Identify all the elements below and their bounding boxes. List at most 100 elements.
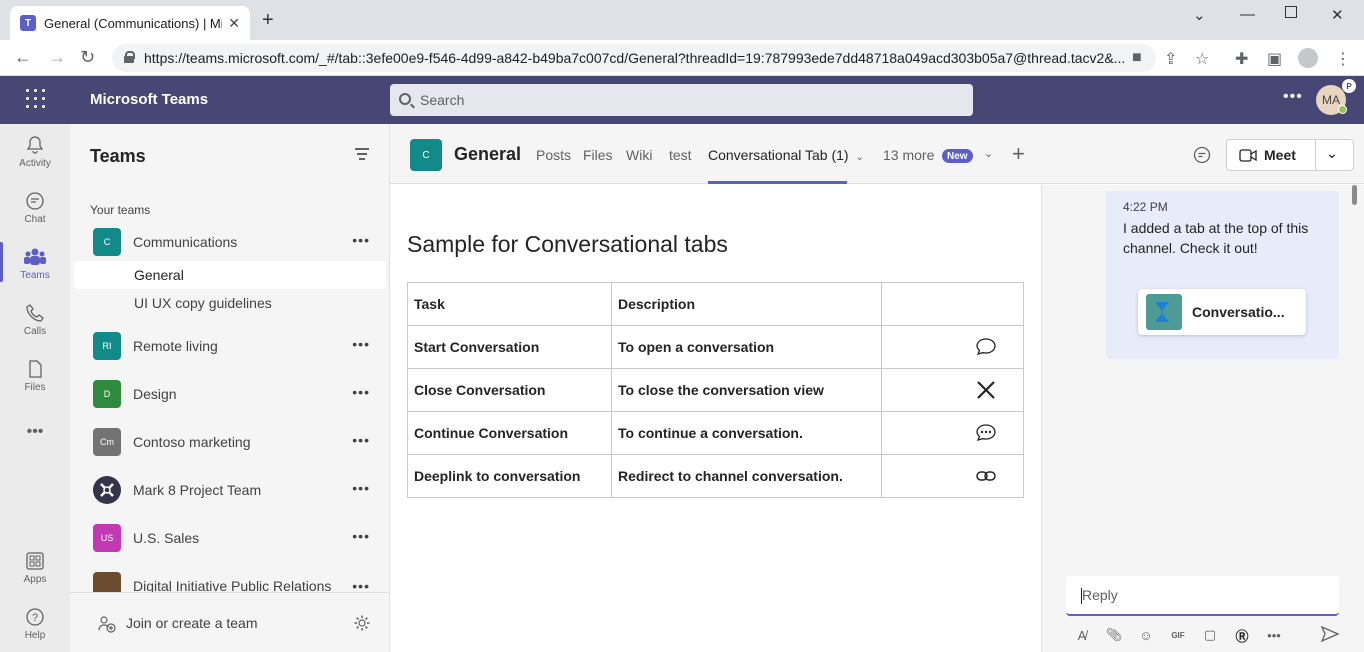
team-more-icon[interactable]: ••• (352, 232, 370, 248)
minimize-icon[interactable]: — (1240, 6, 1255, 23)
table-row: Deeplink to conversation Redirect to cha… (407, 454, 1024, 498)
team-more-icon[interactable]: ••• (352, 432, 370, 448)
filter-icon[interactable] (355, 148, 369, 160)
team-more-icon[interactable]: ••• (352, 384, 370, 400)
side-panel-icon[interactable]: ▣ (1267, 49, 1282, 69)
format-icon[interactable]: A̸ (1066, 628, 1098, 643)
close-tab-icon[interactable]: ✕ (228, 15, 240, 32)
tab-posts[interactable]: Posts (536, 147, 571, 163)
arrow-logo-icon (1155, 302, 1169, 322)
team-item-mark8[interactable]: Mark 8 Project Team ••• (74, 468, 386, 512)
chevron-down-icon: ⌄ (855, 152, 864, 163)
more-options-icon[interactable]: ••• (1283, 88, 1303, 106)
tab-conversational[interactable]: Conversational Tab (1) ⌄ (708, 147, 864, 163)
reply-input[interactable]: Reply (1066, 576, 1339, 616)
back-icon[interactable]: ← (14, 47, 32, 68)
reload-icon[interactable]: ↻ (80, 47, 95, 68)
rail-item-activity[interactable]: Activity (0, 126, 70, 178)
task-cell: Deeplink to conversation (407, 454, 612, 498)
attach-icon[interactable]: 📎︎ (1098, 627, 1130, 643)
meet-button[interactable]: Meet ⌄ (1226, 139, 1354, 171)
rail-item-apps[interactable]: Apps (0, 542, 70, 594)
message-timestamp: 4:22 PM (1123, 200, 1168, 214)
address-bar-row: ← → ↻ https://teams.microsoft.com/_#/tab… (0, 40, 1364, 76)
tab-test[interactable]: test (669, 147, 692, 163)
description-cell: To continue a conversation. (611, 411, 882, 455)
rail-more-icon[interactable]: ••• (0, 406, 70, 458)
avatar-badge-text: P (1346, 81, 1352, 91)
url-field[interactable]: https://teams.microsoft.com/_#/tab::3efe… (112, 44, 1156, 72)
action-cell (881, 454, 1024, 498)
send-icon[interactable] (1320, 625, 1340, 643)
help-icon: ? (26, 608, 44, 626)
share-icon[interactable]: ⇪ (1164, 49, 1177, 69)
gif-icon[interactable]: GIF (1162, 631, 1194, 640)
rail-label: Chat (24, 214, 46, 225)
rail-item-chat[interactable]: Chat (0, 182, 70, 234)
meet-chevron-icon[interactable]: ⌄ (1326, 145, 1338, 162)
team-more-icon[interactable]: ••• (352, 480, 370, 496)
team-item-remote-living[interactable]: RI Remote living ••• (74, 324, 386, 368)
team-more-icon[interactable]: ••• (352, 528, 370, 544)
conversation-icon[interactable] (1192, 145, 1212, 165)
task-cell: Close Conversation (407, 368, 612, 412)
sticker-icon[interactable]: ▢ (1194, 627, 1226, 643)
app-rail: Activity Chat Teams Calls Files ••• Apps… (0, 124, 70, 652)
chat-bubble-icon[interactable] (975, 337, 997, 357)
search-icon (399, 93, 411, 105)
table-row: Start Conversation To open a conversatio… (407, 325, 1024, 369)
more-tabs-chevron-icon[interactable]: ⌄ (984, 147, 993, 160)
camera-icon[interactable]: ■ (1132, 49, 1142, 67)
app-title: Microsoft Teams (90, 91, 209, 108)
tab-search-icon[interactable]: ⌄ (1193, 6, 1206, 24)
team-item-design[interactable]: D Design ••• (74, 372, 386, 416)
more-tabs-button[interactable]: 13 more (883, 147, 934, 163)
team-item-contoso-marketing[interactable]: Cm Contoso marketing ••• (74, 420, 386, 464)
forward-icon[interactable]: → (48, 47, 66, 68)
link-icon[interactable] (975, 469, 997, 483)
maximize-icon[interactable] (1285, 6, 1297, 18)
more-actions-icon[interactable]: ••• (1258, 628, 1290, 643)
bookmark-star-icon[interactable]: ☆ (1195, 49, 1209, 69)
browser-tab[interactable]: T General (Communications) | Micr ✕ (10, 6, 250, 40)
join-label: Join or create a team (126, 614, 258, 631)
team-avatar: D (93, 380, 121, 408)
tab-files[interactable]: Files (583, 147, 613, 163)
close-icon[interactable] (975, 379, 997, 401)
rail-item-help[interactable]: ? Help (0, 598, 70, 650)
scrollbar-thumb[interactable] (1352, 185, 1357, 205)
extensions-icon[interactable]: ✚ (1235, 49, 1248, 69)
search-input[interactable]: Search (390, 84, 973, 116)
video-camera-icon (1239, 149, 1257, 162)
profile-icon[interactable] (1298, 48, 1318, 68)
channel-item-ui-ux[interactable]: UI UX copy guidelines (74, 289, 386, 317)
lock-icon[interactable] (124, 51, 135, 63)
browser-menu-icon[interactable]: ⋮ (1335, 49, 1351, 69)
rail-item-files[interactable]: Files (0, 350, 70, 402)
reply-placeholder: Reply (1082, 587, 1118, 603)
app-launcher-icon[interactable] (26, 89, 46, 109)
join-create-team-button[interactable]: Join or create a team (70, 592, 390, 652)
rail-item-calls[interactable]: Calls (0, 294, 70, 346)
team-item-communications[interactable]: C Communications ••• (74, 220, 386, 264)
tab-card[interactable]: Conversatio... (1138, 289, 1306, 335)
add-tab-icon[interactable]: + (1012, 141, 1025, 167)
window-close-icon[interactable]: ✕ (1331, 6, 1344, 24)
team-item-us-sales[interactable]: US U.S. Sales ••• (74, 516, 386, 560)
tab-wiki[interactable]: Wiki (626, 147, 652, 163)
team-item-digital-initiative[interactable]: Digital Initiative Public Relations ••• (74, 564, 386, 592)
emoji-icon[interactable]: ☺ (1130, 628, 1162, 643)
presence-status-icon (1338, 105, 1347, 114)
teams-list-panel: Teams Your teams C Communications ••• Ge… (70, 124, 390, 652)
team-more-icon[interactable]: ••• (352, 578, 370, 592)
gear-icon[interactable] (353, 614, 371, 632)
chat-dots-icon[interactable] (975, 423, 997, 443)
channel-name: General (134, 267, 184, 283)
team-more-icon[interactable]: ••• (352, 336, 370, 352)
app-r-icon[interactable]: Ⓡ (1226, 626, 1258, 645)
new-tab-icon[interactable]: + (262, 9, 274, 32)
active-tab-indicator (708, 181, 847, 184)
rail-item-teams[interactable]: Teams (0, 238, 70, 290)
channel-item-general[interactable]: General (74, 261, 386, 289)
bell-icon (26, 136, 44, 154)
